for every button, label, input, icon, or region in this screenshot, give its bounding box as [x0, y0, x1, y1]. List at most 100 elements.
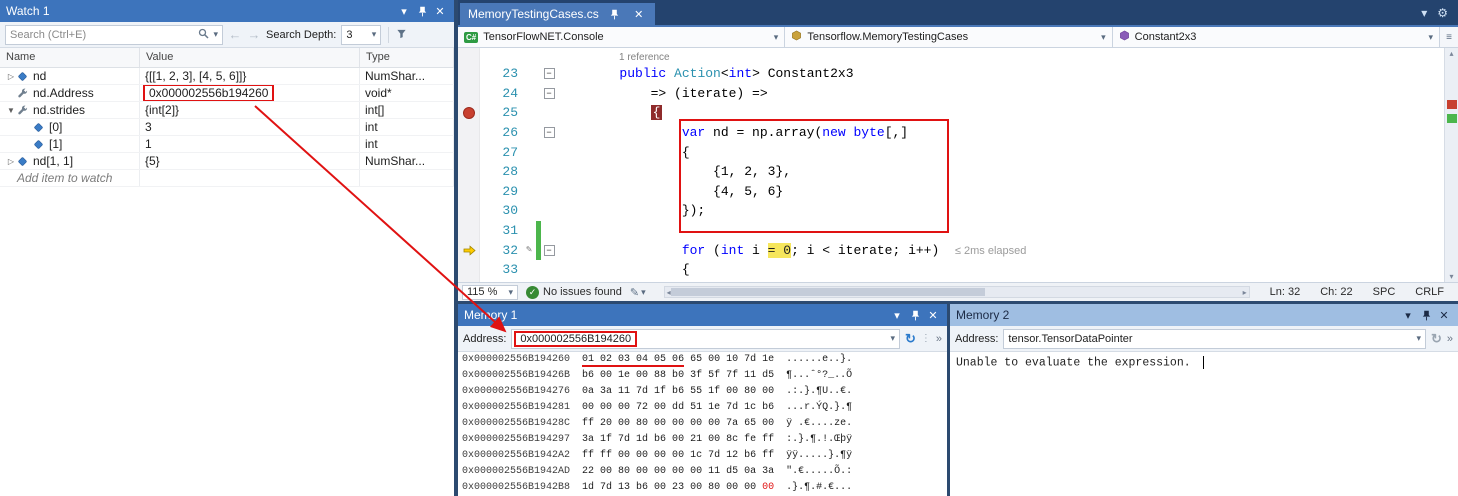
refresh-icon[interactable]: ↻	[1431, 331, 1442, 347]
gear-icon[interactable]: ⚙	[1437, 6, 1448, 20]
watch-value[interactable]: 0x000002556b194260	[143, 85, 274, 101]
search-input[interactable]: Search (Ctrl+E) ▾	[5, 25, 223, 45]
refresh-icon[interactable]: ↻	[905, 331, 916, 347]
search-depth-select[interactable]: 3 ▾	[341, 25, 381, 45]
glyph-margin[interactable]	[458, 107, 480, 119]
code-text[interactable]: });	[557, 203, 705, 218]
memory1-address-value[interactable]: 0x000002556B194260	[514, 331, 637, 347]
code-text[interactable]: public Action<int> Constant2x3	[557, 66, 854, 81]
memory-bytes[interactable]: 22 00 80 00 00 00 00 11 d5 0a 3a	[582, 466, 774, 477]
watch-value[interactable]: 3	[145, 120, 152, 134]
memory-bytes[interactable]: 3a 1f 7d 1d b6 00 21 00 8c fe ff	[582, 434, 774, 445]
column-header-type[interactable]: Type	[360, 48, 454, 67]
collapse-box-icon[interactable]: −	[544, 127, 555, 138]
window-position-chevron-icon[interactable]: ▾	[1400, 309, 1416, 322]
split-window-icon[interactable]: ≡	[1440, 27, 1458, 47]
code-cleanup-icon[interactable]: ✎▾	[630, 286, 646, 299]
close-icon[interactable]: ✕	[1436, 309, 1452, 322]
outline-margin[interactable]: −	[541, 88, 557, 99]
status-spaces[interactable]: SPC	[1363, 286, 1406, 298]
watch-value[interactable]: {int[2]}	[145, 103, 179, 117]
code-text[interactable]: {	[557, 105, 662, 120]
expand-icon[interactable]: ▷	[5, 157, 17, 166]
pin-icon[interactable]	[907, 310, 923, 321]
code-text[interactable]: {	[557, 145, 690, 160]
chevron-down-icon[interactable]: ▾	[1416, 333, 1421, 344]
search-previous-icon[interactable]: ←	[228, 27, 242, 42]
close-icon[interactable]: ✕	[925, 309, 941, 322]
project-dropdown[interactable]: C# TensorFlowNET.Console ▾	[458, 27, 785, 47]
memory-row[interactable]: 0x000002556B194260 01 02 03 04 05 06 65 …	[462, 352, 947, 368]
collapse-box-icon[interactable]: −	[544, 245, 555, 256]
toolbar-overflow-icon[interactable]: »	[936, 333, 942, 345]
memory-bytes[interactable]: 01 02 03 04 05 06 65 00 10 7d 1e	[582, 354, 774, 367]
scroll-down-icon[interactable]: ▾	[1445, 272, 1458, 281]
memory-row[interactable]: 0x000002556B19428C ff 20 00 80 00 00 00 …	[462, 416, 947, 432]
memory1-titlebar[interactable]: Memory 1 ▾ ✕	[458, 304, 947, 326]
outline-margin[interactable]: −	[541, 245, 557, 256]
memory2-address-value[interactable]: tensor.TensorDataPointer	[1008, 333, 1132, 345]
memory-bytes[interactable]: ff 20 00 80 00 00 00 00 7a 65 00	[582, 418, 774, 429]
memory2-titlebar[interactable]: Memory 2 ▾ ✕	[950, 304, 1458, 326]
close-icon[interactable]: ✕	[631, 8, 647, 21]
collapse-box-icon[interactable]: −	[544, 88, 555, 99]
codelens-references[interactable]: 1 reference	[619, 52, 670, 63]
close-icon[interactable]: ✕	[432, 5, 448, 18]
watch-value[interactable]: {[[1, 2, 3], [4, 5, 6]]}	[145, 69, 246, 83]
code-text[interactable]: var nd = np.array(new byte[,]	[557, 125, 908, 140]
breakpoint-icon[interactable]	[463, 107, 475, 119]
scroll-right-icon[interactable]: ▸	[1243, 288, 1247, 297]
collapse-icon[interactable]: ▼	[5, 106, 17, 115]
memory2-address-combo[interactable]: tensor.TensorDataPointer ▾	[1003, 329, 1426, 349]
memory-row[interactable]: 0x000002556B194297 3a 1f 7d 1d b6 00 21 …	[462, 432, 947, 448]
glyph-margin[interactable]	[458, 245, 480, 256]
pin-icon[interactable]	[414, 6, 430, 17]
watch-row[interactable]: Add item to watch	[0, 170, 454, 187]
watch-row[interactable]: ▷nd[1, 1]{5}NumShar...	[0, 153, 454, 170]
memory-bytes[interactable]: 0a 3a 11 7d 1f b6 55 1f 00 80 00	[582, 386, 774, 397]
code-text[interactable]: {1, 2, 3},	[557, 164, 791, 179]
collapse-box-icon[interactable]: −	[544, 68, 555, 79]
filter-icon[interactable]	[396, 28, 407, 42]
window-position-chevron-icon[interactable]: ▾	[889, 309, 905, 322]
memory-bytes[interactable]: 00 00 00 72 00 dd 51 1e 7d 1c b6	[582, 402, 774, 413]
watch-row[interactable]: [0]3int	[0, 119, 454, 136]
memory-row[interactable]: 0x000002556B1942B8 1d 7d 13 b6 00 23 00 …	[462, 480, 947, 496]
memory-bytes[interactable]: ff ff 00 00 00 00 1c 7d 12 b6 ff	[582, 450, 774, 461]
watch-row[interactable]: nd.Address0x000002556b194260void*	[0, 85, 454, 102]
scroll-up-icon[interactable]: ▴	[1445, 49, 1458, 58]
code-text[interactable]: {4, 5, 6}	[557, 184, 783, 199]
memory-row[interactable]: 0x000002556B1942AD 22 00 80 00 00 00 00 …	[462, 464, 947, 480]
status-line-endings[interactable]: CRLF	[1405, 286, 1454, 298]
memory-row[interactable]: 0x000002556B194276 0a 3a 11 7d 1f b6 55 …	[462, 384, 947, 400]
watch-value[interactable]: {5}	[145, 154, 160, 168]
code-text[interactable]: {	[557, 262, 690, 277]
expand-icon[interactable]: ▷	[5, 72, 17, 81]
memory-row[interactable]: 0x000002556B19426B b6 00 1e 00 88 b0 3f …	[462, 368, 947, 384]
watch-column-headers[interactable]: Name Value Type	[0, 48, 454, 68]
pin-icon[interactable]	[1418, 310, 1434, 321]
pin-icon[interactable]	[607, 9, 623, 20]
watch-titlebar[interactable]: Watch 1 ▾ ✕	[0, 0, 454, 22]
vertical-scrollbar[interactable]: ▴ ▾	[1444, 48, 1458, 282]
toolbar-overflow-icon[interactable]: »	[1447, 333, 1453, 345]
scrollbar-track[interactable]	[671, 288, 1243, 296]
memory-row[interactable]: 0x000002556B194281 00 00 00 72 00 dd 51 …	[462, 400, 947, 416]
watch-row[interactable]: [1]1int	[0, 136, 454, 153]
code-text[interactable]: for (int i = 0; i < iterate; i++) ≤ 2ms …	[557, 243, 1026, 258]
memory1-address-combo[interactable]: 0x000002556B194260 ▾	[511, 329, 900, 349]
tab-memorytestingcases[interactable]: MemoryTestingCases.cs ✕	[460, 3, 655, 25]
memory-bytes[interactable]: b6 00 1e 00 88 b0 3f 5f 7f 11 d5	[582, 370, 774, 381]
outline-margin[interactable]: −	[541, 127, 557, 138]
search-options-chevron-icon[interactable]: ▾	[213, 29, 218, 40]
chevron-down-icon[interactable]: ▾	[890, 333, 895, 344]
code-area[interactable]: 1 reference 23− public Action<int> Const…	[458, 48, 1458, 282]
active-files-chevron-icon[interactable]: ▾	[1421, 6, 1427, 20]
outline-margin[interactable]: −	[541, 68, 557, 79]
watch-value[interactable]: 1	[145, 137, 152, 151]
zoom-select[interactable]: 115 % ▾	[462, 285, 518, 300]
column-header-value[interactable]: Value	[140, 48, 360, 67]
column-header-name[interactable]: Name	[0, 48, 140, 67]
member-dropdown[interactable]: Constant2x3 ▾	[1113, 27, 1440, 47]
memory2-content[interactable]: Unable to evaluate the expression.	[950, 352, 1458, 496]
